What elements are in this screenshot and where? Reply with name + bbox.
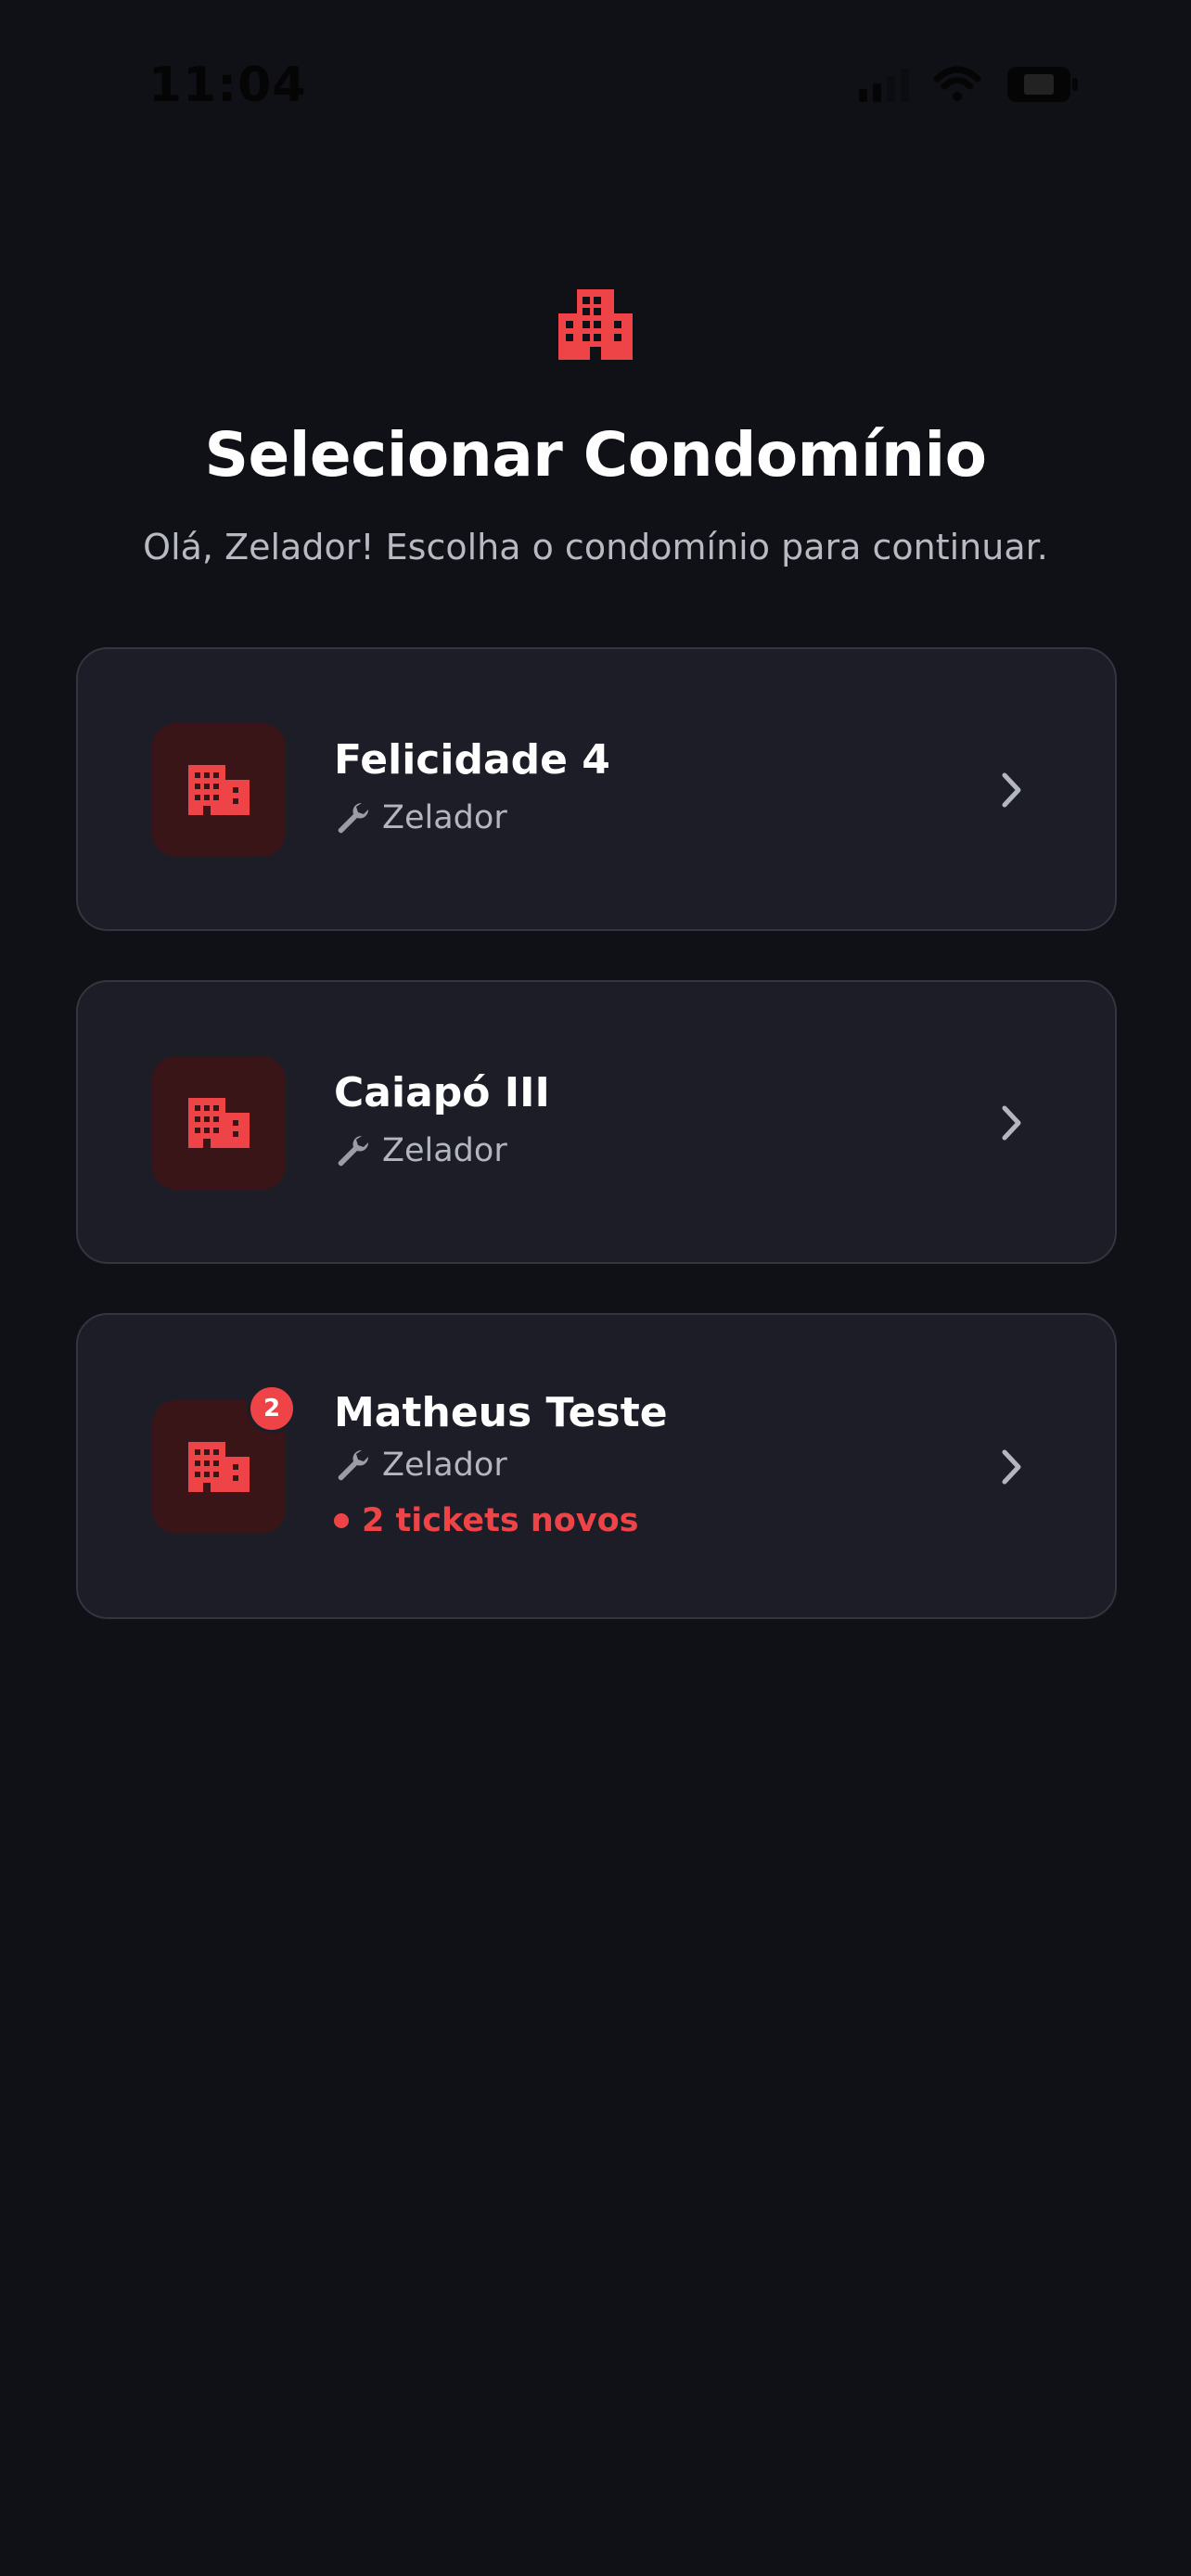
condominium-name: Matheus Teste bbox=[334, 1389, 668, 1436]
status-bar: 11:04 bbox=[0, 0, 1191, 176]
status-icons bbox=[859, 65, 1080, 104]
wrench-icon bbox=[334, 799, 371, 836]
page-subtitle: Olá, Zelador! Escolha o condomínio para … bbox=[143, 527, 1048, 567]
condominium-role: Zelador bbox=[334, 1447, 507, 1484]
role-label: Zelador bbox=[382, 1447, 507, 1484]
new-tickets-label: 2 tickets novos bbox=[362, 1502, 639, 1539]
building-icon bbox=[557, 286, 634, 363]
new-tickets-indicator: 2 tickets novos bbox=[334, 1502, 639, 1539]
role-label: Zelador bbox=[382, 799, 507, 836]
wifi-icon bbox=[933, 66, 981, 103]
condominium-icon-box bbox=[152, 723, 286, 857]
signal-icon bbox=[859, 67, 909, 102]
chevron-right-icon bbox=[1002, 1105, 1021, 1141]
chevron-right-icon bbox=[1002, 772, 1021, 808]
condominium-name: Felicidade 4 bbox=[334, 736, 610, 784]
notification-badge: 2 bbox=[247, 1384, 297, 1434]
building-icon bbox=[188, 1098, 250, 1148]
screen: 11:04 Selecionar Condomínio Olá, Zelador… bbox=[0, 0, 1191, 2576]
condominium-card-caiapo-iii[interactable]: Caiapó III Zelador bbox=[76, 980, 1117, 1264]
condominium-card-matheus-teste[interactable]: 2 Matheus Teste Zelador 2 tickets novos bbox=[76, 1313, 1117, 1619]
condominium-role: Zelador bbox=[334, 799, 507, 836]
wrench-icon bbox=[334, 1447, 371, 1484]
condominium-name: Caiapó III bbox=[334, 1069, 550, 1116]
page-title: Selecionar Condomínio bbox=[204, 419, 987, 491]
condominium-card-felicidade-4[interactable]: Felicidade 4 Zelador bbox=[76, 647, 1117, 931]
building-icon bbox=[188, 1442, 250, 1492]
wrench-icon bbox=[334, 1132, 371, 1169]
battery-icon bbox=[1005, 65, 1080, 104]
dot-icon bbox=[334, 1513, 349, 1528]
condominium-icon-box bbox=[152, 1056, 286, 1190]
status-time: 11:04 bbox=[148, 57, 307, 113]
building-icon bbox=[188, 765, 250, 815]
role-label: Zelador bbox=[382, 1132, 507, 1169]
condominium-role: Zelador bbox=[334, 1132, 507, 1169]
chevron-right-icon bbox=[1002, 1449, 1021, 1485]
